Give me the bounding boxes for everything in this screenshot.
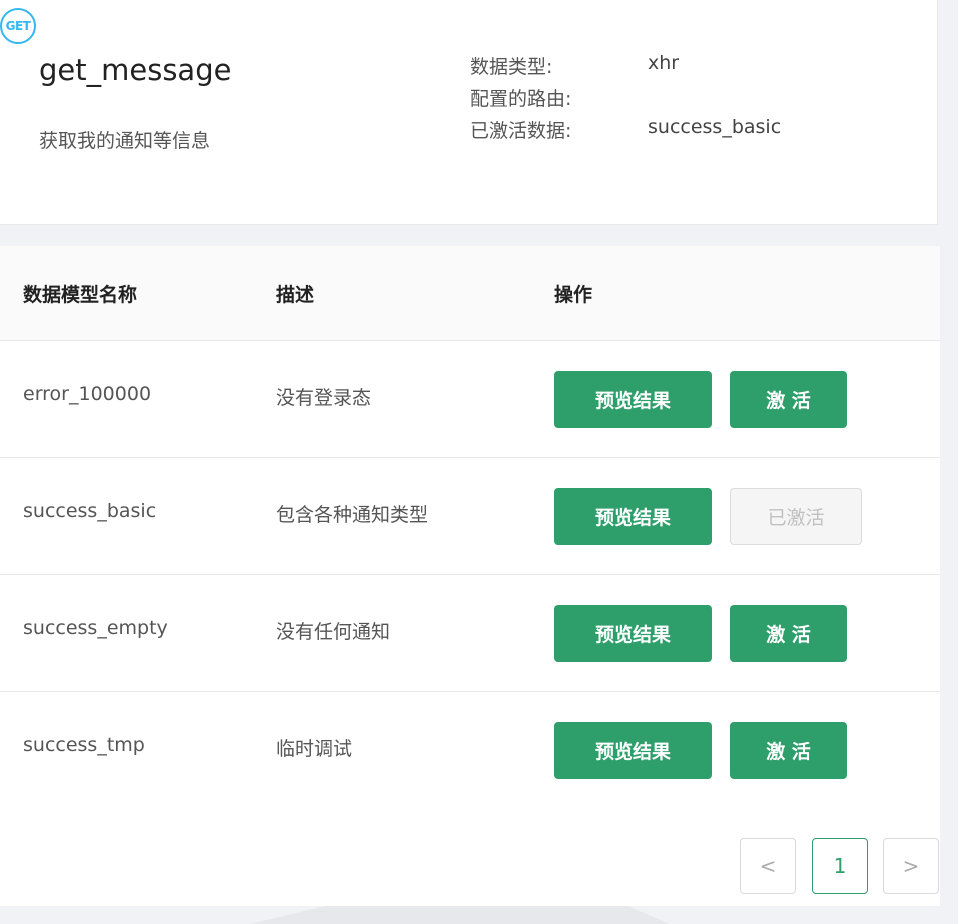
cell-model-desc: 没有任何通知 bbox=[276, 621, 391, 643]
cell-model-name: success_empty bbox=[23, 617, 168, 639]
preview-result-button[interactable]: 预览结果 bbox=[554, 722, 712, 779]
page-number-button[interactable]: 1 bbox=[812, 838, 868, 894]
api-meta-list: 数据类型: xhr 配置的路由: 已激活数据: success_basic bbox=[470, 52, 781, 154]
meta-label: 配置的路由: bbox=[470, 88, 572, 110]
meta-row-active-data: 已激活数据: success_basic bbox=[470, 116, 781, 154]
cell-model-name: error_100000 bbox=[23, 383, 152, 405]
header-ops: 操作 bbox=[554, 284, 593, 306]
next-page-button[interactable]: > bbox=[883, 838, 939, 894]
prev-page-button[interactable]: < bbox=[740, 838, 796, 894]
cell-model-desc: 包含各种通知类型 bbox=[276, 504, 429, 526]
activated-button: 已激活 bbox=[730, 488, 862, 545]
preview-result-button[interactable]: 预览结果 bbox=[554, 605, 712, 662]
activate-button[interactable]: 激 活 bbox=[730, 722, 847, 779]
table-row: error_100000 没有登录态 预览结果 激 活 bbox=[0, 341, 940, 458]
meta-label: 数据类型: bbox=[470, 56, 553, 78]
preview-result-button[interactable]: 预览结果 bbox=[554, 488, 712, 545]
cell-model-desc: 临时调试 bbox=[276, 738, 353, 760]
meta-value: success_basic bbox=[648, 116, 782, 138]
table-row: success_empty 没有任何通知 预览结果 激 活 bbox=[0, 575, 940, 692]
activate-button[interactable]: 激 活 bbox=[730, 371, 847, 428]
meta-row-data-type: 数据类型: xhr bbox=[470, 52, 781, 84]
row-actions: 预览结果 已激活 bbox=[554, 488, 862, 545]
api-info-card: GET get_message 获取我的通知等信息 数据类型: xhr 配置的路… bbox=[0, 0, 938, 225]
api-description: 获取我的通知等信息 bbox=[39, 130, 211, 152]
cell-model-name: success_basic bbox=[23, 500, 157, 522]
meta-row-route: 配置的路由: bbox=[470, 84, 781, 116]
cell-model-desc: 没有登录态 bbox=[276, 387, 372, 409]
cell-model-name: success_tmp bbox=[23, 734, 145, 756]
table-row: success_tmp 临时调试 预览结果 激 活 bbox=[0, 692, 940, 809]
row-actions: 预览结果 激 活 bbox=[554, 722, 847, 779]
chevron-left-icon: < bbox=[759, 854, 777, 878]
data-model-table: 数据模型名称 描述 操作 error_100000 没有登录态 预览结果 激 活… bbox=[0, 246, 940, 809]
activate-button[interactable]: 激 活 bbox=[730, 605, 847, 662]
pagination: < 1 > bbox=[0, 808, 940, 906]
table-header: 数据模型名称 描述 操作 bbox=[0, 246, 940, 341]
meta-label: 已激活数据: bbox=[470, 120, 572, 142]
http-method-badge: GET bbox=[0, 8, 36, 44]
preview-result-button[interactable]: 预览结果 bbox=[554, 371, 712, 428]
table-row: success_basic 包含各种通知类型 预览结果 已激活 bbox=[0, 458, 940, 575]
header-desc: 描述 bbox=[276, 284, 315, 306]
meta-value: xhr bbox=[648, 52, 680, 74]
chevron-right-icon: > bbox=[902, 854, 920, 878]
row-actions: 预览结果 激 活 bbox=[554, 605, 847, 662]
header-name: 数据模型名称 bbox=[23, 284, 138, 306]
api-name: get_message bbox=[39, 53, 232, 87]
row-actions: 预览结果 激 活 bbox=[554, 371, 847, 428]
